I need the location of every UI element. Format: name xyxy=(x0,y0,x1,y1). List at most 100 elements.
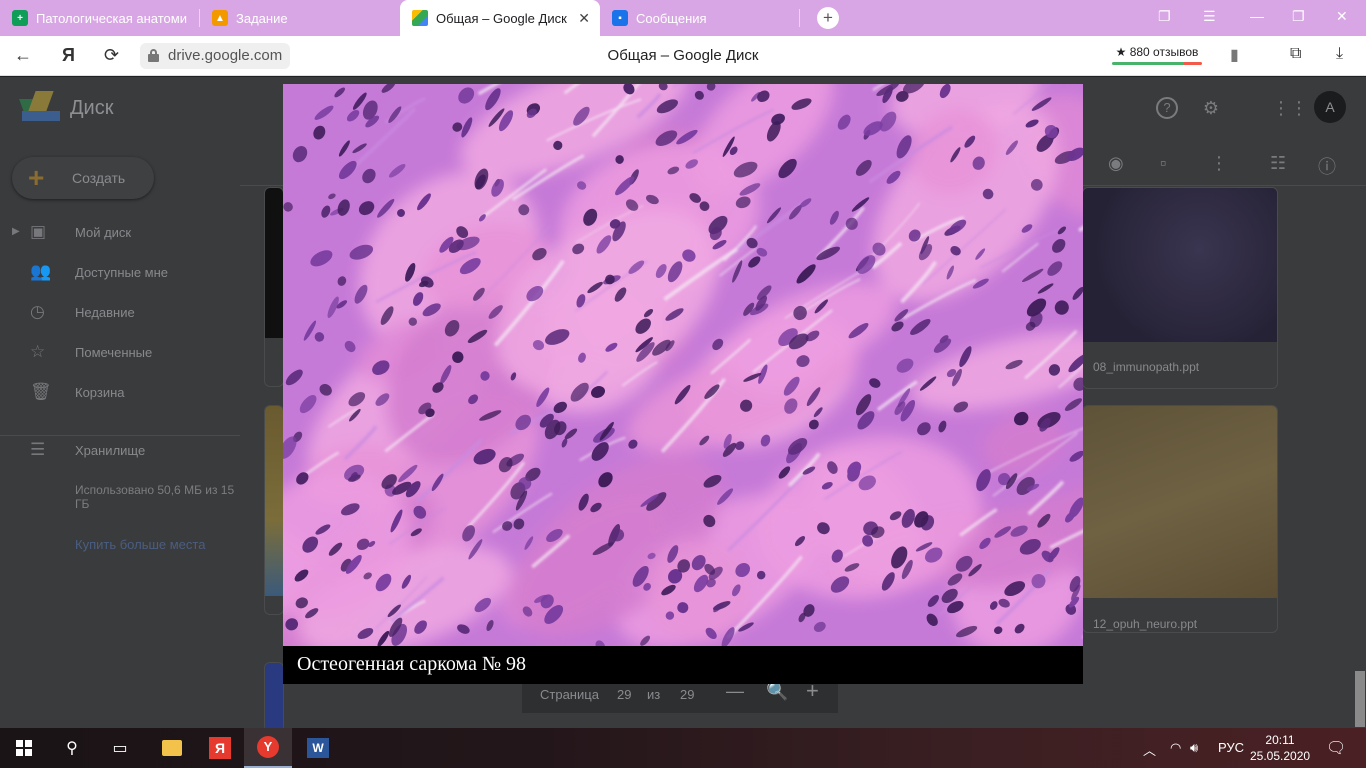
back-icon[interactable]: ← xyxy=(14,45,32,66)
yandex-icon: Я xyxy=(209,737,231,759)
sidebar-item-shared[interactable]: 👥 Доступные мне xyxy=(0,257,240,287)
sidebar-item-label: Доступные мне xyxy=(75,265,169,280)
people-icon: 👥 xyxy=(30,262,52,281)
task-view-button[interactable]: ▭ xyxy=(96,728,144,768)
explorer-button[interactable] xyxy=(148,728,196,768)
close-tab-icon[interactable]: ✕ xyxy=(578,10,590,27)
url-text: drive.google.com xyxy=(168,47,283,64)
sidebar-item-label: Корзина xyxy=(75,385,125,400)
yandex-icon[interactable]: Я xyxy=(62,45,75,66)
create-button[interactable]: + Создать xyxy=(12,157,154,199)
clock-date: 25.05.2020 xyxy=(1250,749,1311,763)
tab-pathology[interactable]: + Патологическая анатоми xyxy=(0,0,200,36)
lock-icon xyxy=(148,49,159,62)
avatar[interactable]: A xyxy=(1314,91,1346,123)
restore-icon[interactable]: ❐ xyxy=(1292,8,1305,25)
pager-total: 29 xyxy=(680,687,695,702)
star-icon: ☆ xyxy=(30,342,46,361)
expand-icon[interactable]: ▶ xyxy=(12,226,20,237)
menu-icon[interactable]: ☰ xyxy=(1203,8,1216,25)
wifi-icon[interactable]: ◠ xyxy=(1170,740,1181,756)
file-card[interactable] xyxy=(264,662,284,732)
my-drive-icon: ▣ xyxy=(30,222,47,241)
reviews-badge[interactable]: ★ 880 отзывов xyxy=(1110,43,1204,67)
app-title: Диск xyxy=(70,97,114,119)
search-button[interactable]: ⚲ xyxy=(48,728,96,768)
classroom-icon: ▲ xyxy=(212,10,228,26)
clock-icon: ◷ xyxy=(30,302,45,321)
image-caption: Остеогенная саркома № 98 xyxy=(297,653,527,675)
pager-label: Страница xyxy=(540,687,599,702)
yandex-browser-button[interactable]: Я xyxy=(196,728,244,768)
sidebar-item-label: Мой диск xyxy=(75,225,132,240)
buy-storage-link[interactable]: Купить больше места xyxy=(75,537,205,552)
settings-icon[interactable]: ⚙ xyxy=(1200,97,1222,119)
word-button[interactable]: W xyxy=(294,728,342,768)
sidebar-item-starred[interactable]: ☆ Помеченные xyxy=(0,337,240,367)
apps-grid-icon[interactable]: ⋮⋮ xyxy=(1272,97,1308,119)
tabs-manager-icon[interactable]: ❐ xyxy=(1158,8,1171,25)
bookmark-icon[interactable]: ▮ xyxy=(1230,45,1239,65)
reload-icon[interactable]: ⟳ xyxy=(104,45,119,66)
zoom-icon[interactable]: 🔍 xyxy=(766,681,788,702)
minimize-icon[interactable]: — xyxy=(1250,8,1264,24)
sidebar-item-recent[interactable]: ◷ Недавние xyxy=(0,297,240,327)
scrollbar-thumb[interactable] xyxy=(1355,671,1365,727)
tab-drive[interactable]: Общая – Google Диск ✕ xyxy=(400,0,600,36)
sheets-icon: + xyxy=(12,10,28,26)
image-caption-bar: Остеогенная саркома № 98 xyxy=(283,646,1083,684)
volume-icon[interactable]: 🔊︎ xyxy=(1190,740,1198,756)
file-name: 12_opuh_neuro.ppt xyxy=(1093,617,1198,631)
tab-bar: + Патологическая анатоми ▲ Задание Общая… xyxy=(0,0,1366,36)
info-icon[interactable]: ⓘ xyxy=(1318,153,1336,179)
sidebar-item-label: Хранилище xyxy=(75,443,146,458)
tab-messages[interactable]: ▪ Сообщения xyxy=(600,0,800,36)
drive-logo-icon xyxy=(19,91,60,123)
list-view-icon[interactable]: ☷ xyxy=(1270,153,1286,174)
storage-icon: ☰ xyxy=(30,440,46,459)
sidebar-item-my-drive[interactable]: ▶ ▣ Мой диск xyxy=(0,217,240,247)
new-tab-button[interactable]: + xyxy=(817,7,839,29)
yandex-round-icon: Y xyxy=(257,736,279,758)
drive-icon xyxy=(412,10,428,26)
folder-icon[interactable]: ▫ xyxy=(1160,153,1166,174)
tray-chevron-icon[interactable]: ︿ xyxy=(1143,740,1156,759)
sidebar-item-label: Помеченные xyxy=(75,345,153,360)
file-name: 08_immunopath.ppt xyxy=(1093,360,1200,374)
help-icon[interactable]: ? xyxy=(1156,97,1178,119)
preview-eye-icon[interactable]: ◉ xyxy=(1108,153,1124,174)
folder-icon xyxy=(162,740,182,756)
yandex-app-button[interactable]: Y xyxy=(244,728,292,768)
sidebar-item-storage[interactable]: ☰ Хранилище xyxy=(0,435,240,465)
chat-icon: ▪ xyxy=(612,10,628,26)
notifications-icon[interactable]: 🗨︎ xyxy=(1326,738,1346,758)
sidebar-item-label: Недавние xyxy=(75,305,135,320)
file-card[interactable] xyxy=(264,187,284,387)
task-view-icon: ▭ xyxy=(112,740,128,757)
file-card-opuh-neuro[interactable]: 12_opuh_neuro.ppt xyxy=(1082,405,1278,633)
image-viewer: Остеогенная саркома № 98 xyxy=(283,84,1083,684)
clock[interactable]: 20:11 25.05.2020 xyxy=(1250,732,1310,764)
tab-label: Задание xyxy=(236,10,288,26)
download-icon[interactable]: ⤓ xyxy=(1336,45,1343,63)
extensions-icon[interactable]: ⧉ xyxy=(1290,45,1301,63)
create-label: Создать xyxy=(72,170,126,186)
url-field[interactable]: drive.google.com xyxy=(140,43,291,69)
storage-usage: Использовано 50,6 МБ из 15 ГБ xyxy=(75,483,235,511)
close-window-icon[interactable]: ✕ xyxy=(1336,8,1348,25)
micrograph-image xyxy=(283,84,1083,646)
pager-of: из xyxy=(647,687,661,702)
file-card[interactable] xyxy=(264,405,284,615)
tab-label: Патологическая анатоми xyxy=(36,10,187,26)
taskbar: ⚲ ▭ Я Y W ︿ ◠ 🔊︎ РУС 20:11 25.05.2020 🗨︎ xyxy=(0,728,1366,768)
start-button[interactable] xyxy=(0,728,48,768)
tab-assignment[interactable]: ▲ Задание xyxy=(200,0,400,36)
search-icon: ⚲ xyxy=(66,740,78,757)
zoom-out-icon[interactable]: — xyxy=(726,681,744,702)
trash-icon: 🗑 xyxy=(30,382,52,401)
more-options-icon[interactable]: ⋮ xyxy=(1210,153,1228,174)
sidebar-item-trash[interactable]: 🗑 Корзина xyxy=(0,377,240,407)
file-card-immunopath[interactable]: 08_immunopath.ppt xyxy=(1082,187,1278,389)
tab-label: Общая – Google Диск xyxy=(436,10,567,26)
language-indicator[interactable]: РУС xyxy=(1218,740,1244,755)
